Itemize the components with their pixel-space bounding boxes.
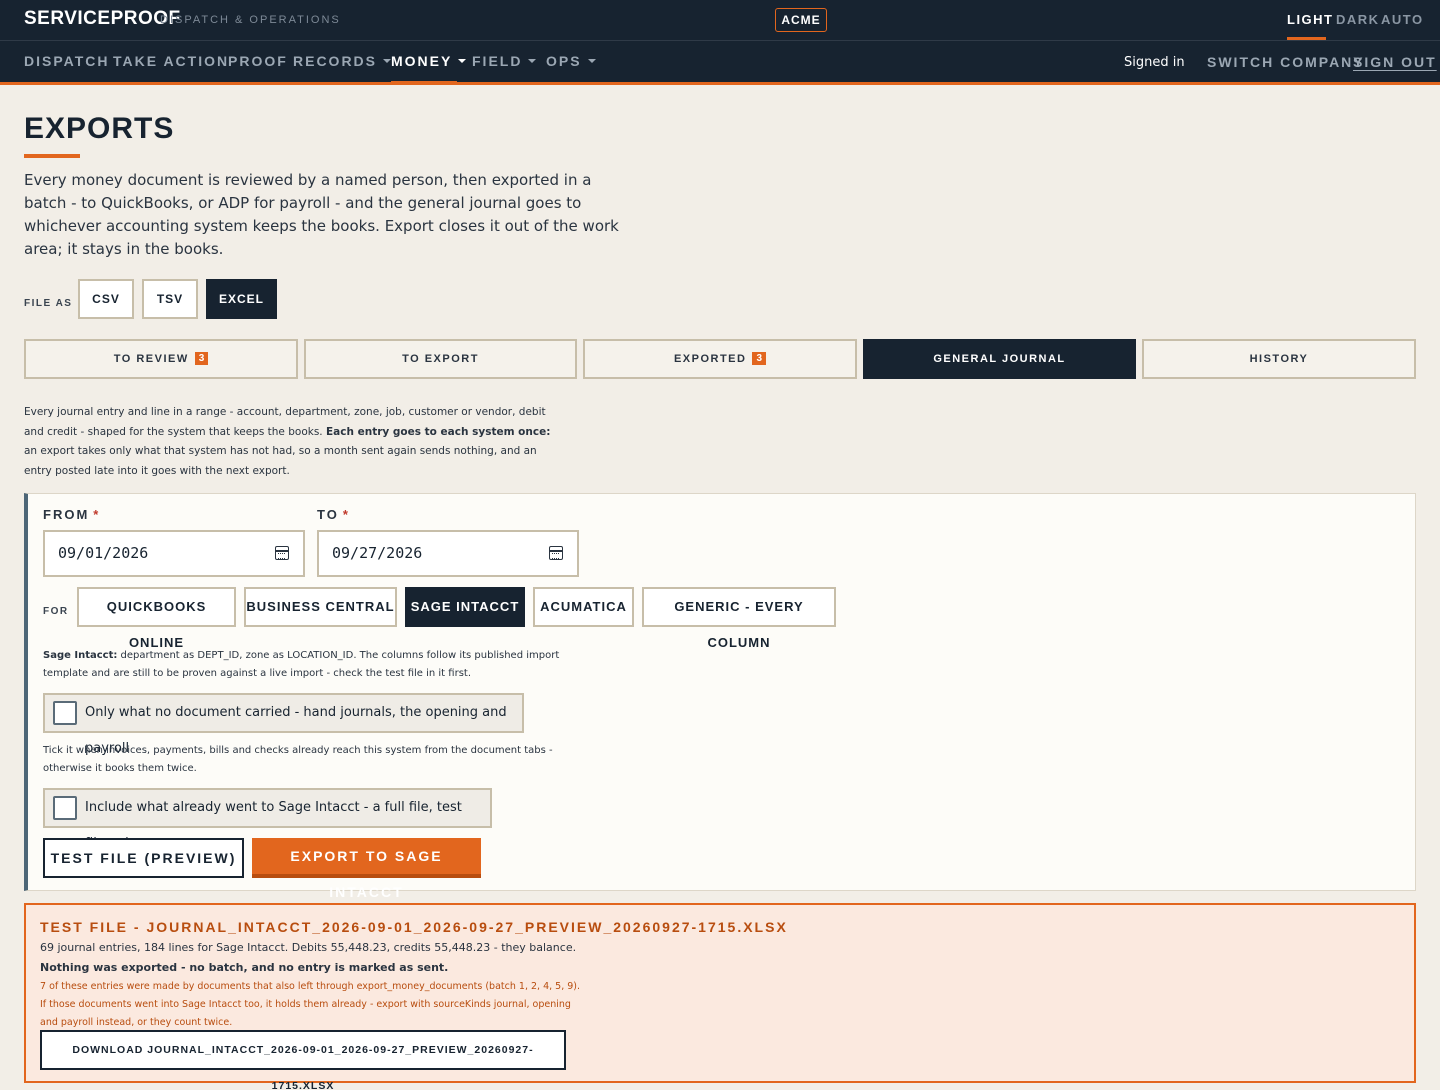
for-label: FOR	[43, 606, 69, 617]
sign-out-link[interactable]: SIGN OUT	[1353, 54, 1437, 70]
checkbox-box[interactable]	[53, 796, 77, 820]
to-label: TO *	[317, 507, 350, 522]
test-file-result: TEST FILE - JOURNAL_INTACCT_2026-09-01_2…	[24, 903, 1416, 1090]
system-sage-intacct[interactable]: SAGE INTACCT	[405, 587, 525, 627]
title-accent	[24, 154, 80, 158]
theme-light[interactable]: LIGHT	[1287, 12, 1334, 27]
system-business-central[interactable]: BUSINESS CENTRAL	[244, 587, 397, 627]
checkbox-help: Tick it when invoices, payments, bills a…	[43, 745, 553, 774]
tab-to-review[interactable]: TO REVIEW 3	[24, 339, 298, 379]
brand-subtitle: DISPATCH & OPERATIONS	[160, 14, 341, 26]
result-warning: 7 of these entries were made by document…	[40, 981, 581, 1028]
file-as-tsv[interactable]: TSV	[142, 279, 198, 319]
chevron-down-icon	[528, 59, 537, 63]
nav-take-action[interactable]: TAKE ACTION	[113, 53, 229, 69]
nav-proof[interactable]: PROOF	[228, 53, 288, 69]
to-date-input[interactable]: 09/27/2026	[317, 530, 579, 577]
result-summary: 69 journal entries, 184 lines for Sage I…	[40, 941, 577, 974]
from-date-input[interactable]: 09/01/2026	[43, 530, 305, 577]
file-as-csv[interactable]: CSV	[78, 279, 134, 319]
tab-history[interactable]: HISTORY	[1142, 339, 1416, 379]
file-as-label: FILE AS	[24, 298, 73, 309]
tab-to-export[interactable]: TO EXPORT	[304, 339, 577, 379]
journal-export-panel: FROM * 09/01/2026 TO * 09/27/2026 FOR QUIC…	[24, 493, 1416, 900]
system-quickbooks-online[interactable]: QUICKBOOKS ONLINE	[77, 587, 236, 650]
system-generic[interactable]: GENERIC - EVERY COLUMN	[642, 587, 836, 650]
signed-in-status: Signed in	[1124, 55, 1185, 70]
brand-logo[interactable]: SERVICEPROOF	[24, 8, 181, 30]
nav-dispatch[interactable]: DISPATCH	[24, 53, 109, 69]
only-undocumented-checkbox[interactable]: Only what no document carried - hand jou…	[43, 693, 524, 756]
journal-help: Every journal entry and line in a range …	[24, 406, 551, 477]
top-bar: SERVICEPROOF DISPATCH & OPERATIONS ACME …	[0, 0, 1440, 41]
file-as-excel[interactable]: EXCEL	[206, 279, 277, 319]
count-badge: 3	[752, 352, 767, 365]
result-title: TEST FILE - JOURNAL_INTACCT_2026-09-01_2…	[40, 919, 788, 935]
from-label: FROM *	[43, 507, 101, 522]
theme-active-indicator	[1287, 37, 1326, 40]
chevron-down-icon	[587, 59, 596, 63]
switch-company-link[interactable]: SWITCH COMPANY	[1207, 54, 1365, 70]
download-button[interactable]: DOWNLOAD JOURNAL_INTACCT_2026-09-01_2026…	[40, 1030, 566, 1090]
system-acumatica[interactable]: ACUMATICA	[533, 587, 634, 627]
page-intro: Every money document is reviewed by a na…	[24, 171, 619, 258]
include-sent-checkbox[interactable]: Include what already went to Sage Intacc…	[43, 788, 492, 851]
theme-auto[interactable]: AUTO	[1381, 12, 1424, 27]
checkbox-box[interactable]	[53, 701, 77, 725]
main-nav: DISPATCH TAKE ACTION PROOF RECORDS MONEY…	[0, 41, 1440, 85]
nav-field[interactable]: FIELD	[472, 53, 537, 69]
company-badge[interactable]: ACME	[775, 8, 827, 32]
nav-records[interactable]: RECORDS	[293, 53, 392, 69]
tab-exported[interactable]: EXPORTED 3	[583, 339, 857, 379]
chevron-down-icon	[458, 59, 467, 63]
chevron-down-icon	[383, 59, 392, 63]
tab-general-journal[interactable]: GENERAL JOURNAL	[863, 339, 1136, 379]
nav-ops[interactable]: OPS	[546, 53, 596, 69]
nav-active-indicator	[391, 81, 457, 84]
system-note: Sage Intacct: department as DEPT_ID, zon…	[43, 650, 560, 679]
test-file-button[interactable]: TEST FILE (PREVIEW)	[43, 838, 244, 878]
theme-dark[interactable]: DARK	[1336, 12, 1380, 27]
calendar-icon[interactable]	[549, 546, 563, 560]
export-button[interactable]: EXPORT TO SAGE INTACCT	[252, 838, 481, 900]
page-title: EXPORTS	[24, 112, 175, 145]
calendar-icon[interactable]	[275, 546, 289, 560]
nav-money[interactable]: MONEY	[391, 53, 467, 69]
count-badge: 3	[194, 352, 209, 365]
